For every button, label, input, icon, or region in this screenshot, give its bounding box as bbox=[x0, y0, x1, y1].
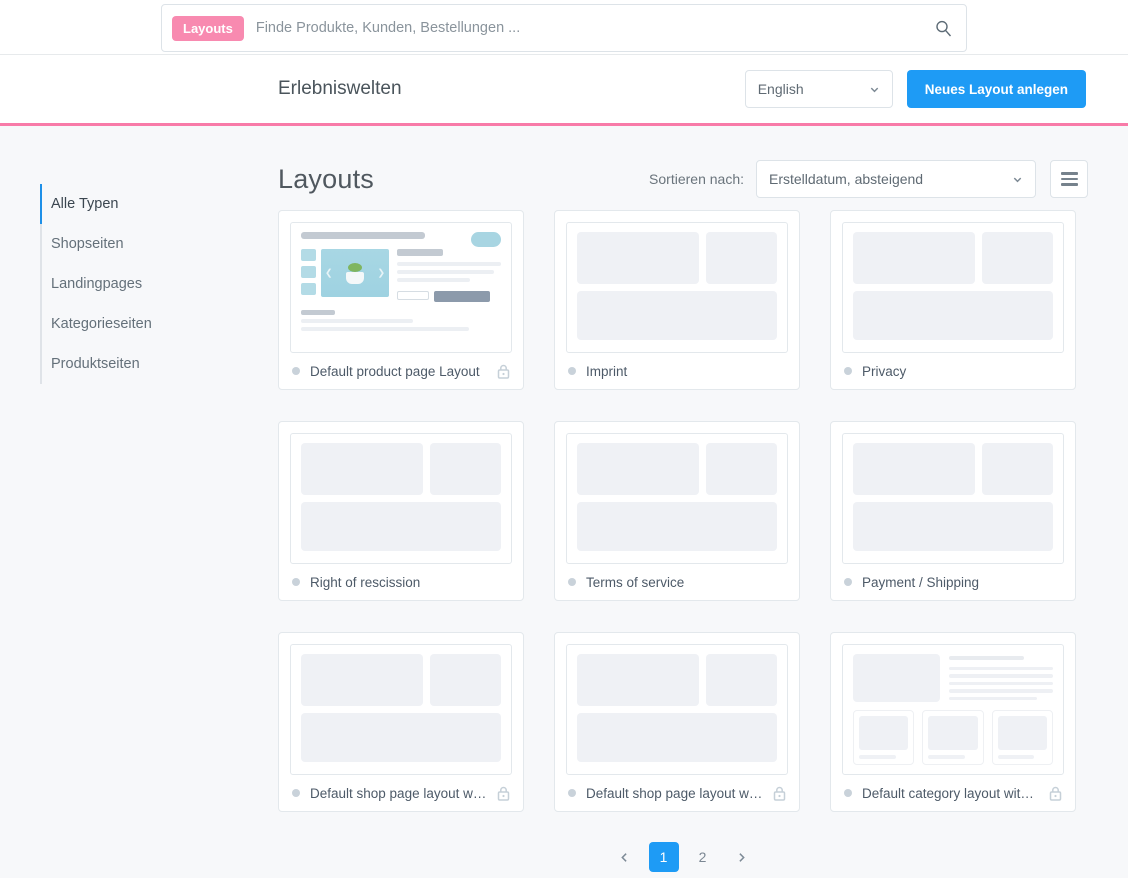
layout-card-footer: Terms of service bbox=[566, 564, 788, 600]
layout-card[interactable]: Terms of service bbox=[554, 421, 800, 601]
layout-card[interactable]: Right of rescission bbox=[278, 421, 524, 601]
layout-card-title: Payment / Shipping bbox=[862, 574, 980, 590]
layout-card-grid: ❮ ❯ Default product page Layout Imprint … bbox=[278, 210, 1088, 812]
chevron-down-icon bbox=[1012, 174, 1023, 185]
layout-thumbnail-product-page: ❮ ❯ bbox=[290, 222, 512, 353]
layout-thumbnail-wireframe bbox=[842, 222, 1064, 353]
sidebar: Alle Typen Shopseiten Landingpages Kateg… bbox=[0, 126, 278, 877]
layout-card-footer: Default shop page layout wi… bbox=[566, 775, 788, 811]
layout-card-title: Imprint bbox=[586, 363, 628, 379]
search-scope-badge[interactable]: Layouts bbox=[172, 15, 244, 41]
layout-card-footer: Imprint bbox=[566, 353, 788, 389]
list-view-icon[interactable] bbox=[1050, 160, 1088, 198]
chevron-right-icon[interactable] bbox=[727, 842, 757, 872]
status-dot bbox=[844, 578, 852, 586]
language-select[interactable]: English bbox=[744, 70, 893, 108]
lock-icon bbox=[497, 364, 510, 379]
layout-thumbnail-wireframe bbox=[290, 644, 512, 775]
lock-icon bbox=[773, 786, 786, 801]
layout-card-footer: Default shop page layout wi… bbox=[290, 775, 512, 811]
pagination: 1 2 bbox=[278, 842, 1088, 872]
content-area: Alle Typen Shopseiten Landingpages Kateg… bbox=[0, 126, 1128, 877]
layout-card-footer: Default category layout with… bbox=[842, 775, 1064, 811]
layout-card[interactable]: ❮ ❯ Default product page Layout bbox=[278, 210, 524, 390]
sidebar-item-label: Produktseiten bbox=[51, 356, 140, 372]
main-panel: Layouts Sortieren nach: Erstelldatum, ab… bbox=[278, 126, 1128, 877]
layout-card-title: Terms of service bbox=[586, 574, 685, 590]
sidebar-item-shopseiten[interactable]: Shopseiten bbox=[40, 224, 278, 264]
sidebar-item-kategorieseiten[interactable]: Kategorieseiten bbox=[40, 304, 278, 344]
status-dot bbox=[844, 367, 852, 375]
chevron-down-icon bbox=[869, 84, 880, 95]
layout-card-footer: Privacy bbox=[842, 353, 1064, 389]
layout-thumbnail-wireframe bbox=[566, 433, 788, 564]
chevron-left-icon[interactable] bbox=[610, 842, 640, 872]
layout-card[interactable]: Default category layout with… bbox=[830, 632, 1076, 812]
sidebar-item-landingpages[interactable]: Landingpages bbox=[40, 264, 278, 304]
status-dot bbox=[844, 789, 852, 797]
search-icon[interactable] bbox=[935, 20, 952, 37]
sidebar-item-label: Landingpages bbox=[51, 276, 143, 292]
sidebar-item-produktseiten[interactable]: Produktseiten bbox=[40, 344, 278, 384]
sort-select[interactable]: Erstelldatum, absteigend bbox=[756, 160, 1036, 198]
search-field[interactable]: Layouts Finde Produkte, Kunden, Bestellu… bbox=[161, 4, 967, 52]
layout-card[interactable]: Payment / Shipping bbox=[830, 421, 1076, 601]
pagination-page-1[interactable]: 1 bbox=[648, 842, 679, 872]
layout-card-title: Default category layout with… bbox=[862, 785, 1039, 801]
lock-icon bbox=[1049, 786, 1062, 801]
layout-thumbnail-wireframe bbox=[566, 222, 788, 353]
status-dot bbox=[568, 789, 576, 797]
status-dot bbox=[292, 789, 300, 797]
layout-thumbnail-category bbox=[842, 644, 1064, 775]
layout-card-footer: Right of rescission bbox=[290, 564, 512, 600]
layout-card-footer: Payment / Shipping bbox=[842, 564, 1064, 600]
layout-card[interactable]: Default shop page layout wi… bbox=[554, 632, 800, 812]
global-search-bar: Layouts Finde Produkte, Kunden, Bestellu… bbox=[0, 0, 1128, 55]
status-dot bbox=[568, 578, 576, 586]
sort-label: Sortieren nach: bbox=[649, 171, 744, 187]
layout-card-title: Right of rescission bbox=[310, 574, 421, 590]
status-dot bbox=[292, 578, 300, 586]
page-header: Erlebniswelten English Neues Layout anle… bbox=[0, 55, 1128, 126]
status-dot bbox=[292, 367, 300, 375]
layout-thumbnail-wireframe bbox=[842, 433, 1064, 564]
search-input[interactable]: Finde Produkte, Kunden, Bestellungen ... bbox=[256, 20, 923, 36]
status-dot bbox=[568, 367, 576, 375]
layout-thumbnail-wireframe bbox=[290, 433, 512, 564]
layout-card-title: Privacy bbox=[862, 363, 907, 379]
pagination-page-2[interactable]: 2 bbox=[688, 842, 718, 872]
sidebar-item-label: Alle Typen bbox=[51, 196, 119, 212]
sidebar-item-label: Kategorieseiten bbox=[51, 316, 152, 332]
layout-card-title: Default shop page layout wi… bbox=[586, 785, 763, 801]
page-title: Layouts bbox=[278, 163, 374, 194]
lock-icon bbox=[497, 786, 510, 801]
sidebar-nav: Alle Typen Shopseiten Landingpages Kateg… bbox=[40, 184, 278, 384]
layout-card-footer: Default product page Layout bbox=[290, 353, 512, 389]
layout-card[interactable]: Privacy bbox=[830, 210, 1076, 390]
sidebar-item-label: Shopseiten bbox=[51, 236, 124, 252]
create-layout-button[interactable]: Neues Layout anlegen bbox=[906, 70, 1086, 108]
page-title-erlebniswelten: Erlebniswelten bbox=[278, 78, 402, 99]
layout-card-title: Default shop page layout wi… bbox=[310, 785, 487, 801]
layout-thumbnail-wireframe bbox=[566, 644, 788, 775]
layout-card[interactable]: Imprint bbox=[554, 210, 800, 390]
sidebar-item-alle-typen[interactable]: Alle Typen bbox=[40, 184, 278, 224]
layout-card[interactable]: Default shop page layout wi… bbox=[278, 632, 524, 812]
layout-card-title: Default product page Layout bbox=[310, 363, 480, 379]
language-select-value: English bbox=[757, 81, 804, 97]
main-toolbar: Layouts Sortieren nach: Erstelldatum, ab… bbox=[278, 148, 1088, 210]
sort-select-value: Erstelldatum, absteigend bbox=[769, 171, 924, 187]
